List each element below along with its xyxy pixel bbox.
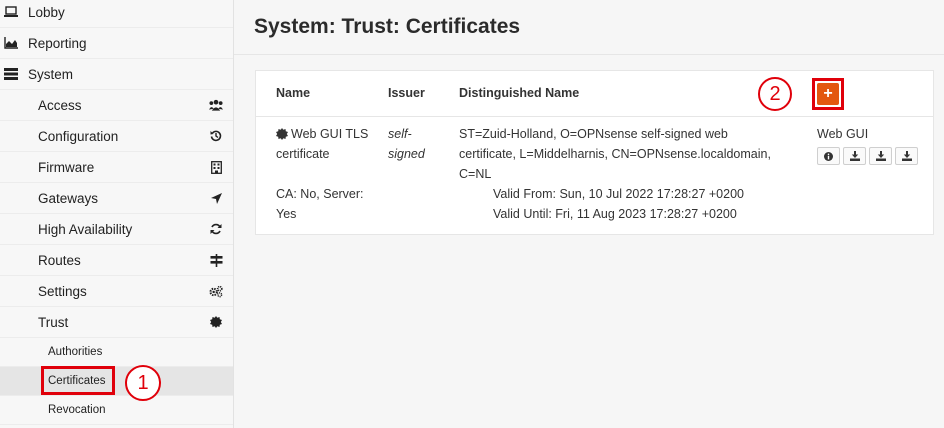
step-badge-1: 1 bbox=[125, 365, 161, 401]
sidebar-item-label: System bbox=[28, 66, 74, 82]
sidebar-item-label: Trust bbox=[38, 314, 69, 330]
sidebar-item-label: Revocation bbox=[48, 404, 106, 416]
issuer-cell: self- signed bbox=[388, 124, 425, 164]
sidebar-item-label: High Availability bbox=[38, 221, 133, 237]
certificate-name-line: Web GUI TLS bbox=[291, 127, 369, 141]
certificate-icon bbox=[276, 128, 288, 140]
distinguished-name-cell: ST=Zuid-Holland, O=OPNsense self-signed … bbox=[459, 124, 771, 184]
column-header-name[interactable]: Name bbox=[276, 86, 310, 100]
column-header-distinguished-name[interactable]: Distinguished Name bbox=[459, 86, 579, 100]
server-icon bbox=[4, 67, 18, 81]
map-signs-icon bbox=[209, 253, 223, 267]
issuer-line: self- bbox=[388, 127, 412, 141]
sidebar-item-label: Firmware bbox=[38, 159, 95, 175]
sidebar-item-gateways[interactable]: Gateways bbox=[0, 183, 233, 214]
sidebar-item-firmware[interactable]: Firmware bbox=[0, 152, 233, 183]
users-icon bbox=[209, 98, 223, 112]
highlight-box bbox=[41, 366, 115, 395]
refresh-icon bbox=[209, 222, 223, 236]
history-icon bbox=[209, 129, 223, 143]
sidebar-item-routes[interactable]: Routes bbox=[0, 245, 233, 276]
download-icon bbox=[849, 151, 860, 161]
certificates-table: Name Issuer Distinguished Name 2 + Web G… bbox=[255, 70, 934, 235]
location-arrow-icon bbox=[209, 191, 223, 205]
dn-line: ST=Zuid-Holland, O=OPNsense self-signed … bbox=[459, 127, 728, 141]
sidebar: Lobby Reporting System Access Configurat… bbox=[0, 0, 234, 428]
area-chart-icon bbox=[4, 36, 18, 50]
laptop-icon bbox=[4, 5, 18, 19]
sidebar-item-access[interactable]: Access bbox=[0, 90, 233, 121]
sidebar-item-configuration[interactable]: Configuration bbox=[0, 121, 233, 152]
sidebar-item-label: Authorities bbox=[48, 346, 103, 358]
certificate-icon bbox=[209, 315, 223, 329]
download-key-button[interactable] bbox=[869, 147, 892, 165]
certificate-name-line: certificate bbox=[276, 147, 330, 161]
add-certificate-button[interactable]: + bbox=[817, 83, 839, 105]
step-badge-label: 1 bbox=[137, 371, 149, 394]
download-certificate-button[interactable] bbox=[843, 147, 866, 165]
page-title: System: Trust: Certificates bbox=[254, 15, 521, 38]
valid-from: Valid From: Sun, 10 Jul 2022 17:28:27 +0… bbox=[493, 187, 744, 201]
sidebar-item-settings[interactable]: Settings bbox=[0, 276, 233, 307]
sidebar-item-certificates[interactable]: Certificates bbox=[0, 367, 233, 396]
sidebar-item-revocation[interactable]: Revocation bbox=[0, 396, 233, 425]
purpose-line: Yes bbox=[276, 207, 297, 221]
sidebar-item-authorities[interactable]: Authorities bbox=[0, 338, 233, 367]
sidebar-item-lobby[interactable]: Lobby bbox=[0, 0, 233, 28]
sidebar-item-label: Configuration bbox=[38, 128, 119, 144]
purpose-line: CA: No, Server: bbox=[276, 187, 364, 201]
issuer-line: signed bbox=[388, 147, 425, 161]
step-badge-label: 2 bbox=[769, 82, 781, 105]
certificate-name-cell: Web GUI TLS certificate bbox=[276, 124, 368, 164]
info-button[interactable] bbox=[817, 147, 840, 165]
sidebar-item-label: Lobby bbox=[28, 4, 65, 20]
dn-line: certificate, L=Middelharnis, CN=OPNsense… bbox=[459, 147, 771, 161]
sidebar-item-label: Reporting bbox=[28, 35, 87, 51]
download-pkcs12-button[interactable] bbox=[895, 147, 918, 165]
in-use-cell: Web GUI bbox=[817, 127, 869, 141]
info-icon bbox=[824, 151, 833, 161]
sidebar-item-reporting[interactable]: Reporting bbox=[0, 28, 233, 59]
download-icon bbox=[875, 151, 886, 161]
page-header: System: Trust: Certificates bbox=[234, 0, 944, 55]
download-icon bbox=[901, 151, 912, 161]
dn-line: C=NL bbox=[459, 167, 492, 181]
column-header-issuer[interactable]: Issuer bbox=[388, 86, 425, 100]
valid-until: Valid Until: Fri, 11 Aug 2023 17:28:27 +… bbox=[493, 207, 737, 221]
step-badge-2: 2 bbox=[758, 77, 792, 111]
validity-cell: Valid From: Sun, 10 Jul 2022 17:28:27 +0… bbox=[493, 184, 744, 224]
cogs-icon bbox=[209, 284, 223, 298]
certificate-purpose-cell: CA: No, Server: Yes bbox=[276, 184, 364, 224]
sidebar-item-label: Settings bbox=[38, 283, 87, 299]
sidebar-item-trust[interactable]: Trust bbox=[0, 307, 233, 338]
sidebar-item-label: Gateways bbox=[38, 190, 99, 206]
main-content: System: Trust: Certificates Name Issuer … bbox=[234, 0, 944, 428]
sidebar-item-label: Access bbox=[38, 97, 82, 113]
building-icon bbox=[209, 160, 223, 174]
sidebar-item-system[interactable]: System bbox=[0, 59, 233, 90]
sidebar-item-label: Routes bbox=[38, 252, 81, 268]
header-divider bbox=[256, 116, 933, 117]
sidebar-item-high-availability[interactable]: High Availability bbox=[0, 214, 233, 245]
